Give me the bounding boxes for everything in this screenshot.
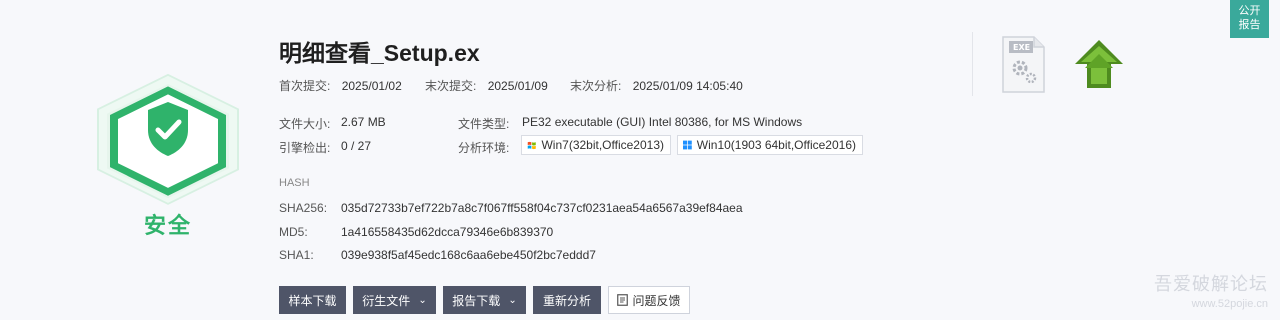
last-analysis-value: 2025/01/09 14:05:40 [632,79,743,93]
windows-7-flag-icon [527,141,536,149]
last-analysis-label: 末次分析: [570,79,622,93]
vertical-divider [972,32,973,96]
sha256-label: SHA256: [279,201,328,215]
first-submit-label: 首次提交: [279,79,331,93]
green-up-arrow-icon [1075,40,1123,88]
public-report-line1: 公开 [1238,5,1261,17]
report-download-label: 报告下载 [452,293,501,308]
md5-value: 1a416558435d62dcca79346e6b839370 [341,225,554,239]
watermark-line1: 吾爱破解论坛 [1154,274,1268,294]
last-submit-label: 末次提交: [425,79,477,93]
site-watermark: 吾爱破解论坛 www.52pojie.cn [1154,270,1268,310]
analysis-env-label: 分析环境: [458,141,510,155]
last-submit-value: 2025/01/09 [487,79,548,93]
public-report-button[interactable]: 公开 报告 [1230,0,1269,38]
derived-files-button[interactable]: 衍生文件 ⌄ [353,286,436,314]
chevron-down-icon: ⌄ [418,294,427,306]
document-icon [617,294,629,306]
feedback-label: 问题反馈 [632,293,681,308]
sha256-value: 035d72733b7ef722b7a8c7f067ff558f04c737cf… [341,201,743,215]
chevron-down-icon: ⌄ [508,294,517,306]
file-size-label: 文件大小: [279,117,331,131]
env-win7-chip[interactable]: Win7(32bit,Office2013) [521,135,671,155]
env-win7-label: Win7(32bit,Office2013) [541,138,664,152]
env-win10-label: Win10(1903 64bit,Office2016) [696,138,856,152]
md5-label: MD5: [279,225,308,239]
sha1-value: 039e938f5af45edc168c6aa6ebe450f2bc7eddd7 [341,248,596,262]
sample-download-label: 样本下载 [288,293,337,308]
file-size-value: 2.67 MB [341,115,386,129]
hash-heading: HASH [279,177,310,189]
first-submit: 首次提交: 2025/01/02 [279,77,402,94]
safe-shield-icon [97,73,239,205]
exe-tag-text: EXE [1013,43,1030,52]
last-analysis: 末次分析: 2025/01/09 14:05:40 [570,77,743,94]
public-report-line2: 报告 [1238,19,1261,31]
last-submit: 末次提交: 2025/01/09 [425,77,548,94]
file-type-value: PE32 executable (GUI) Intel 80386, for M… [522,115,803,129]
feedback-button[interactable]: 问题反馈 [608,286,690,314]
verdict-label: 安全 [143,213,192,238]
engine-detect-value: 0 / 27 [341,139,372,153]
report-download-button[interactable]: 报告下载 ⌄ [443,286,526,314]
file-name-title: 明细查看_Setup.ex [279,40,480,66]
reanalyze-label: 重新分析 [542,293,591,308]
engine-detect-label: 引擎检出: [279,141,331,155]
exe-file-icon: EXE [1002,36,1045,93]
windows-10-logo-icon [683,140,692,150]
watermark-line2: www.52pojie.cn [1191,298,1268,310]
derived-files-label: 衍生文件 [362,293,411,308]
env-win10-chip[interactable]: Win10(1903 64bit,Office2016) [677,135,863,155]
first-submit-value: 2025/01/02 [341,79,402,93]
sha1-label: SHA1: [279,248,314,262]
verdict-badge: 安全 [90,68,246,248]
reanalyze-button[interactable]: 重新分析 [533,286,601,314]
sample-download-button[interactable]: 样本下载 [279,286,346,314]
file-type-label: 文件类型: [458,117,510,131]
